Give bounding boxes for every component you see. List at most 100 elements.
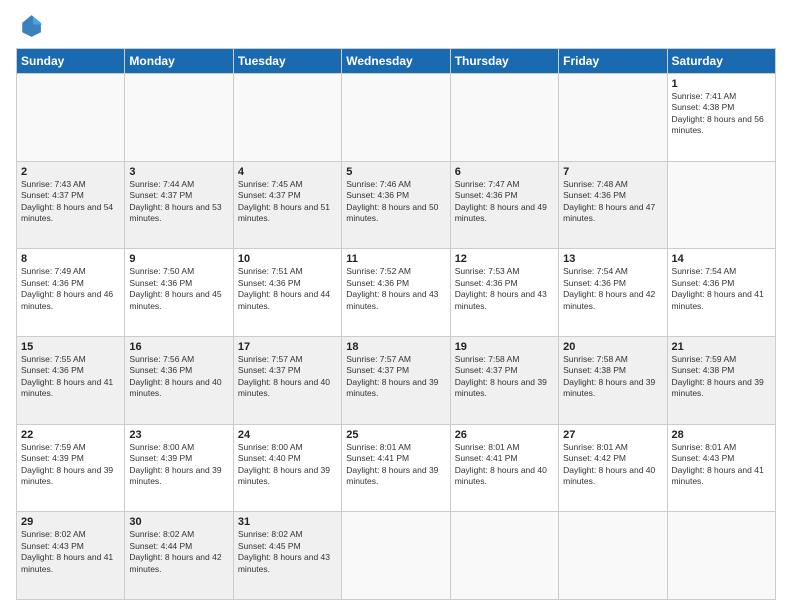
cell-info: Sunrise: 8:02 AMSunset: 4:44 PMDaylight:…: [129, 529, 221, 573]
table-row: 1 Sunrise: 7:41 AMSunset: 4:38 PMDayligh…: [667, 74, 775, 162]
table-row: 19 Sunrise: 7:58 AMSunset: 4:37 PMDaylig…: [450, 336, 558, 424]
calendar-week-row: 1 Sunrise: 7:41 AMSunset: 4:38 PMDayligh…: [17, 74, 776, 162]
table-row: 26 Sunrise: 8:01 AMSunset: 4:41 PMDaylig…: [450, 424, 558, 512]
calendar-week-row: 2 Sunrise: 7:43 AMSunset: 4:37 PMDayligh…: [17, 161, 776, 249]
cell-info: Sunrise: 7:58 AMSunset: 4:38 PMDaylight:…: [563, 354, 655, 398]
table-row: [342, 74, 450, 162]
col-thursday: Thursday: [450, 49, 558, 74]
calendar-page: Sunday Monday Tuesday Wednesday Thursday…: [0, 0, 792, 612]
table-row: 29 Sunrise: 8:02 AMSunset: 4:43 PMDaylig…: [17, 512, 125, 600]
table-row: [559, 512, 667, 600]
table-row: [233, 74, 341, 162]
col-monday: Monday: [125, 49, 233, 74]
table-row: [559, 74, 667, 162]
day-number: 26: [455, 429, 554, 441]
calendar-header-row: Sunday Monday Tuesday Wednesday Thursday…: [17, 49, 776, 74]
cell-info: Sunrise: 7:56 AMSunset: 4:36 PMDaylight:…: [129, 354, 221, 398]
cell-info: Sunrise: 7:58 AMSunset: 4:37 PMDaylight:…: [455, 354, 547, 398]
day-number: 25: [346, 429, 445, 441]
table-row: [17, 74, 125, 162]
cell-info: Sunrise: 7:44 AMSunset: 4:37 PMDaylight:…: [129, 179, 221, 223]
day-number: 8: [21, 253, 120, 265]
table-row: 22 Sunrise: 7:59 AMSunset: 4:39 PMDaylig…: [17, 424, 125, 512]
table-row: 21 Sunrise: 7:59 AMSunset: 4:38 PMDaylig…: [667, 336, 775, 424]
table-row: 4 Sunrise: 7:45 AMSunset: 4:37 PMDayligh…: [233, 161, 341, 249]
cell-info: Sunrise: 8:01 AMSunset: 4:41 PMDaylight:…: [346, 442, 438, 486]
cell-info: Sunrise: 7:47 AMSunset: 4:36 PMDaylight:…: [455, 179, 547, 223]
table-row: 8 Sunrise: 7:49 AMSunset: 4:36 PMDayligh…: [17, 249, 125, 337]
table-row: [342, 512, 450, 600]
day-number: 13: [563, 253, 662, 265]
table-row: 14 Sunrise: 7:54 AMSunset: 4:36 PMDaylig…: [667, 249, 775, 337]
day-number: 16: [129, 341, 228, 353]
day-number: 11: [346, 253, 445, 265]
cell-info: Sunrise: 8:02 AMSunset: 4:45 PMDaylight:…: [238, 529, 330, 573]
table-row: 20 Sunrise: 7:58 AMSunset: 4:38 PMDaylig…: [559, 336, 667, 424]
logo-icon: [16, 12, 44, 40]
cell-info: Sunrise: 7:59 AMSunset: 4:39 PMDaylight:…: [21, 442, 113, 486]
cell-info: Sunrise: 8:01 AMSunset: 4:43 PMDaylight:…: [672, 442, 764, 486]
table-row: 12 Sunrise: 7:53 AMSunset: 4:36 PMDaylig…: [450, 249, 558, 337]
cell-info: Sunrise: 7:59 AMSunset: 4:38 PMDaylight:…: [672, 354, 764, 398]
cell-info: Sunrise: 8:01 AMSunset: 4:41 PMDaylight:…: [455, 442, 547, 486]
table-row: 28 Sunrise: 8:01 AMSunset: 4:43 PMDaylig…: [667, 424, 775, 512]
day-number: 6: [455, 166, 554, 178]
cell-info: Sunrise: 7:55 AMSunset: 4:36 PMDaylight:…: [21, 354, 113, 398]
table-row: 11 Sunrise: 7:52 AMSunset: 4:36 PMDaylig…: [342, 249, 450, 337]
day-number: 10: [238, 253, 337, 265]
table-row: 31 Sunrise: 8:02 AMSunset: 4:45 PMDaylig…: [233, 512, 341, 600]
cell-info: Sunrise: 7:52 AMSunset: 4:36 PMDaylight:…: [346, 266, 438, 310]
cell-info: Sunrise: 8:01 AMSunset: 4:42 PMDaylight:…: [563, 442, 655, 486]
table-row: [450, 74, 558, 162]
calendar-table: Sunday Monday Tuesday Wednesday Thursday…: [16, 48, 776, 600]
table-row: 5 Sunrise: 7:46 AMSunset: 4:36 PMDayligh…: [342, 161, 450, 249]
table-row: [125, 74, 233, 162]
table-row: 16 Sunrise: 7:56 AMSunset: 4:36 PMDaylig…: [125, 336, 233, 424]
table-row: 17 Sunrise: 7:57 AMSunset: 4:37 PMDaylig…: [233, 336, 341, 424]
cell-info: Sunrise: 7:49 AMSunset: 4:36 PMDaylight:…: [21, 266, 113, 310]
table-row: 25 Sunrise: 8:01 AMSunset: 4:41 PMDaylig…: [342, 424, 450, 512]
day-number: 7: [563, 166, 662, 178]
day-number: 30: [129, 516, 228, 528]
day-number: 24: [238, 429, 337, 441]
table-row: 27 Sunrise: 8:01 AMSunset: 4:42 PMDaylig…: [559, 424, 667, 512]
table-row: 13 Sunrise: 7:54 AMSunset: 4:36 PMDaylig…: [559, 249, 667, 337]
col-friday: Friday: [559, 49, 667, 74]
cell-info: Sunrise: 8:00 AMSunset: 4:40 PMDaylight:…: [238, 442, 330, 486]
day-number: 20: [563, 341, 662, 353]
table-row: 10 Sunrise: 7:51 AMSunset: 4:36 PMDaylig…: [233, 249, 341, 337]
cell-info: Sunrise: 7:51 AMSunset: 4:36 PMDaylight:…: [238, 266, 330, 310]
cell-info: Sunrise: 7:57 AMSunset: 4:37 PMDaylight:…: [238, 354, 330, 398]
cell-info: Sunrise: 7:54 AMSunset: 4:36 PMDaylight:…: [672, 266, 764, 310]
col-tuesday: Tuesday: [233, 49, 341, 74]
logo: [16, 12, 48, 40]
table-row: [450, 512, 558, 600]
table-row: 24 Sunrise: 8:00 AMSunset: 4:40 PMDaylig…: [233, 424, 341, 512]
day-number: 5: [346, 166, 445, 178]
table-row: [667, 512, 775, 600]
calendar-week-row: 15 Sunrise: 7:55 AMSunset: 4:36 PMDaylig…: [17, 336, 776, 424]
col-saturday: Saturday: [667, 49, 775, 74]
table-row: 6 Sunrise: 7:47 AMSunset: 4:36 PMDayligh…: [450, 161, 558, 249]
cell-info: Sunrise: 7:57 AMSunset: 4:37 PMDaylight:…: [346, 354, 438, 398]
col-sunday: Sunday: [17, 49, 125, 74]
table-row: 18 Sunrise: 7:57 AMSunset: 4:37 PMDaylig…: [342, 336, 450, 424]
table-row: 23 Sunrise: 8:00 AMSunset: 4:39 PMDaylig…: [125, 424, 233, 512]
cell-info: Sunrise: 7:54 AMSunset: 4:36 PMDaylight:…: [563, 266, 655, 310]
day-number: 31: [238, 516, 337, 528]
cell-info: Sunrise: 7:45 AMSunset: 4:37 PMDaylight:…: [238, 179, 330, 223]
cell-info: Sunrise: 7:41 AMSunset: 4:38 PMDaylight:…: [672, 91, 764, 135]
day-number: 22: [21, 429, 120, 441]
day-number: 23: [129, 429, 228, 441]
day-number: 1: [672, 78, 771, 90]
day-number: 3: [129, 166, 228, 178]
table-row: [667, 161, 775, 249]
day-number: 18: [346, 341, 445, 353]
day-number: 21: [672, 341, 771, 353]
day-number: 2: [21, 166, 120, 178]
day-number: 14: [672, 253, 771, 265]
cell-info: Sunrise: 7:43 AMSunset: 4:37 PMDaylight:…: [21, 179, 113, 223]
cell-info: Sunrise: 7:50 AMSunset: 4:36 PMDaylight:…: [129, 266, 221, 310]
table-row: 15 Sunrise: 7:55 AMSunset: 4:36 PMDaylig…: [17, 336, 125, 424]
day-number: 9: [129, 253, 228, 265]
